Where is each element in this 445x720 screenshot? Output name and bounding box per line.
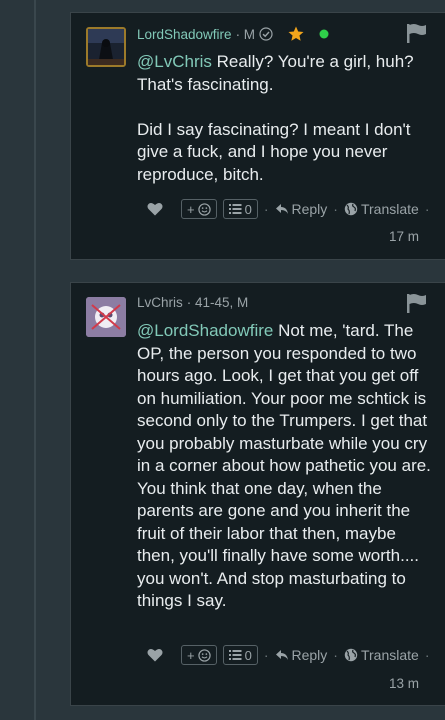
comment-text: Not me, 'tard. The OP, the person you re… [137, 321, 431, 610]
comment-body: @LvChris Really? You're a girl, huh? Tha… [137, 51, 431, 186]
comment-card: LvChris · 41-45, M @LordShadowfire Not m… [70, 282, 445, 706]
online-status-icon [319, 29, 329, 39]
like-heart-icon[interactable] [147, 648, 163, 662]
comment-body: @LordShadowfire Not me, 'tard. The OP, t… [137, 320, 431, 613]
replies-count-button[interactable]: 0 [222, 199, 258, 219]
add-reaction-button[interactable]: + [181, 645, 217, 665]
comment-card: LordShadowfire · M @LvChris Really? You'… [70, 12, 445, 260]
translate-button[interactable]: Translate [344, 647, 419, 663]
timestamp: 17 m [388, 229, 419, 244]
avatar[interactable] [86, 27, 126, 67]
user-meta: · 41-45, M [186, 295, 249, 310]
star-icon [287, 25, 305, 43]
globe-icon [344, 648, 358, 662]
mention-link[interactable]: @LvChris [137, 52, 212, 71]
username[interactable]: LvChris [137, 295, 183, 310]
like-heart-icon[interactable] [147, 202, 163, 216]
reply-arrow-icon [275, 203, 289, 215]
mention-link[interactable]: @LordShadowfire [137, 321, 273, 340]
verified-icon [259, 27, 273, 41]
flag-icon[interactable] [405, 293, 427, 313]
flag-icon[interactable] [405, 23, 427, 43]
avatar[interactable] [86, 297, 126, 337]
reply-button[interactable]: Reply [275, 647, 327, 663]
action-bar: + 0 · Reply · Translate · [147, 645, 429, 665]
thread-line [34, 0, 36, 720]
username[interactable]: LordShadowfire [137, 27, 232, 42]
add-reaction-button[interactable]: + [181, 199, 217, 219]
list-icon [228, 203, 242, 215]
list-icon [228, 649, 242, 661]
action-bar: + 0 · Reply · Translate · [147, 199, 429, 219]
smiley-icon [197, 202, 211, 216]
comment-header: LvChris · 41-45, M [137, 295, 248, 310]
replies-count-button[interactable]: 0 [222, 645, 258, 665]
user-meta: · M [235, 26, 256, 42]
reply-button[interactable]: Reply [275, 201, 327, 217]
timestamp: 13 m [388, 676, 419, 691]
translate-button[interactable]: Translate [344, 201, 419, 217]
comment-text: Did I say fascinating? I meant I don't g… [137, 119, 411, 184]
reply-arrow-icon [275, 649, 289, 661]
smiley-icon [197, 648, 211, 662]
globe-icon [344, 202, 358, 216]
comment-header: LordShadowfire · M [137, 25, 329, 43]
